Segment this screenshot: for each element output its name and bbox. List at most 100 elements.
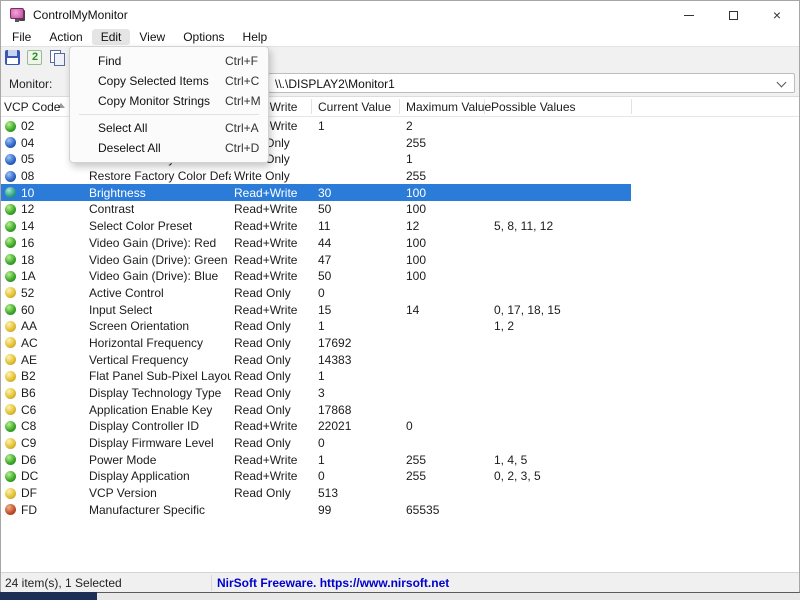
menubar-item-edit[interactable]: Edit [92,29,131,45]
name-cell: Video Gain (Drive): Red [89,236,216,250]
vcp-status-icon [5,488,16,499]
table-row[interactable]: 18Video Gain (Drive): GreenRead+Write471… [1,251,631,268]
name-cell: Screen Orientation [89,319,189,333]
vcp-code-cell: B2 [21,369,36,383]
menubar-item-help[interactable]: Help [234,29,277,45]
current-value-cell: 44 [318,236,331,250]
table-row[interactable]: 14Select Color PresetRead+Write11125, 8,… [1,218,631,235]
statusbar-divider [211,575,212,591]
current-value-cell: 14383 [318,353,351,367]
read-write-cell: Read Only [234,336,291,350]
menubar-item-view[interactable]: View [130,29,174,45]
table-row[interactable]: 1AVideo Gain (Drive): BlueRead+Write5010… [1,268,631,285]
table-row[interactable]: 60Input SelectRead+Write15140, 17, 18, 1… [1,301,631,318]
column-header-current-value[interactable]: Current Value [318,100,391,114]
copy-button[interactable] [49,50,66,66]
header-separator[interactable] [399,99,400,114]
vcp-code-cell: 1A [21,269,36,283]
name-cell: Application Enable Key [89,403,212,417]
vcp-code-cell: 12 [21,202,34,216]
menubar-item-options[interactable]: Options [174,29,233,45]
maximum-value-cell: 14 [406,303,419,317]
edit-menu-dropdown: FindCtrl+FCopy Selected ItemsCtrl+CCopy … [69,46,269,163]
read-write-cell: Read+Write [234,186,297,200]
vcp-status-icon [5,304,16,315]
menubar-item-file[interactable]: File [3,29,40,45]
column-header-possible-values[interactable]: Possible Values [491,100,576,114]
read-write-cell: Read Only [234,436,291,450]
read-write-cell: Write Only [234,169,290,183]
table-row[interactable]: 08Restore Factory Color Defaul...Write O… [1,168,631,185]
vcp-code-cell: AA [21,319,37,333]
table-row[interactable]: AEVertical FrequencyRead Only14383 [1,351,631,368]
name-cell: Select Color Preset [89,219,192,233]
table-row[interactable]: ACHorizontal FrequencyRead Only17692 [1,334,631,351]
table-row[interactable]: FDManufacturer Specific9965535 [1,501,631,518]
vcp-code-cell: DF [21,486,37,500]
table-row[interactable]: 16Video Gain (Drive): RedRead+Write44100 [1,234,631,251]
nirsoft-link[interactable]: NirSoft Freeware. https://www.nirsoft.ne… [217,576,449,590]
maximum-value-cell: 255 [406,136,426,150]
table-row[interactable]: DCDisplay ApplicationRead+Write02550, 2,… [1,468,631,485]
possible-values-cell: 1, 2 [494,319,514,333]
current-value-cell: 22021 [318,419,351,433]
table-row[interactable]: 10BrightnessRead+Write30100 [1,184,631,201]
name-cell: Manufacturer Specific [89,503,205,517]
chevron-down-icon[interactable] [777,78,787,88]
table-row[interactable]: 12ContrastRead+Write50100 [1,201,631,218]
vcp-code-cell: C8 [21,419,36,433]
menu-item-copy-monitor-strings[interactable]: Copy Monitor StringsCtrl+M [70,91,268,111]
vcp-code-cell: C9 [21,436,36,450]
read-write-cell: Read+Write [234,219,297,233]
vcp-code-cell: 52 [21,286,34,300]
name-cell: Input Select [89,303,152,317]
header-separator[interactable] [311,99,312,114]
menu-item-select-all[interactable]: Select AllCtrl+A [70,118,268,138]
menubar-item-action[interactable]: Action [40,29,91,45]
table-row[interactable]: D6Power ModeRead+Write12551, 4, 5 [1,451,631,468]
table-row[interactable]: 52Active ControlRead Only0 [1,284,631,301]
refresh-button[interactable] [27,50,44,66]
maximum-value-cell: 100 [406,236,426,250]
maximum-value-cell: 1 [406,152,413,166]
table-row[interactable]: B2Flat Panel Sub-Pixel LayoutRead Only1 [1,368,631,385]
possible-values-cell: 0, 17, 18, 15 [494,303,561,317]
current-value-cell: 15 [318,303,331,317]
menu-item-label: Find [98,54,121,68]
minimize-button[interactable] [667,1,711,29]
menu-item-copy-selected-items[interactable]: Copy Selected ItemsCtrl+C [70,71,268,91]
column-header-maximum-value[interactable]: Maximum Value [406,100,491,114]
maximum-value-cell: 100 [406,186,426,200]
column-header-vcp-code[interactable]: VCP Code [4,100,60,114]
save-button[interactable] [5,50,22,66]
table-row[interactable]: AAScreen OrientationRead Only11, 2 [1,318,631,335]
vcp-status-icon [5,321,16,332]
close-button[interactable]: × [755,1,799,29]
name-cell: Video Gain (Drive): Blue [89,269,218,283]
name-cell: Video Gain (Drive): Green [89,253,228,267]
vcp-status-icon [5,438,16,449]
table-row[interactable]: C9Display Firmware LevelRead Only0 [1,435,631,452]
table-row[interactable]: C6Application Enable KeyRead Only17868 [1,401,631,418]
monitor-combobox[interactable]: \\.\DISPLAY2\Monitor1 [268,73,795,93]
desktop-taskbar-fragment [0,592,97,600]
vcp-status-icon [5,204,16,215]
app-window: ControlMyMonitor × FileActionEditViewOpt… [0,0,800,593]
menu-item-label: Copy Selected Items [98,74,209,88]
maximize-button[interactable] [711,1,755,29]
table-row[interactable]: B6Display Technology TypeRead Only3 [1,385,631,402]
vcp-status-icon [5,454,16,465]
menu-item-find[interactable]: FindCtrl+F [70,51,268,71]
menu-item-shortcut: Ctrl+A [225,118,259,138]
current-value-cell: 513 [318,486,338,500]
read-write-cell: Read Only [234,403,291,417]
vcp-status-icon [5,221,16,232]
table-row[interactable]: DFVCP VersionRead Only513 [1,485,631,502]
name-cell: Active Control [89,286,164,300]
header-separator[interactable] [631,99,632,114]
possible-values-cell: 0, 2, 3, 5 [494,469,541,483]
menu-item-deselect-all[interactable]: Deselect AllCtrl+D [70,138,268,158]
table-row[interactable]: C8Display Controller IDRead+Write220210 [1,418,631,435]
name-cell: Display Firmware Level [89,436,214,450]
refresh-icon [27,50,42,65]
